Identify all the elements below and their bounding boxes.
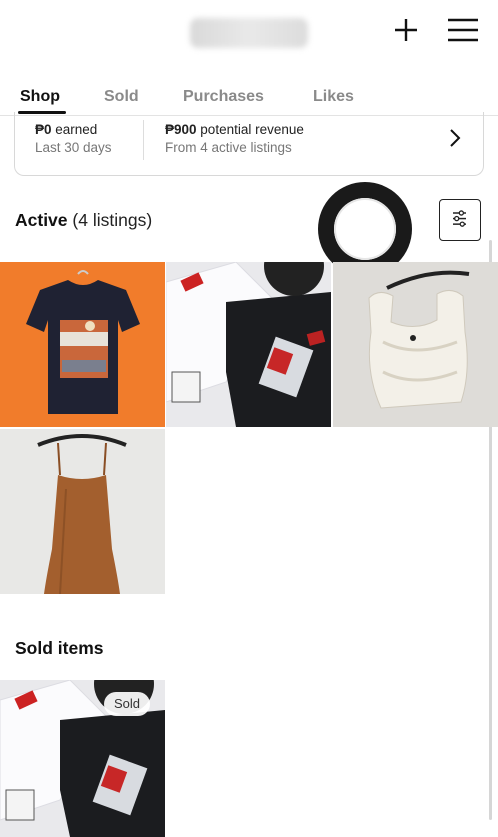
earned-label: earned [55, 122, 98, 137]
chevron-right-icon[interactable] [445, 128, 465, 148]
slip-dress-photo [0, 429, 165, 594]
earnings-card[interactable]: ₱0 earned Last 30 days ₱900 potential re… [14, 112, 484, 176]
revenue-detail: From 4 active listings [165, 140, 292, 155]
tab-likes[interactable]: Likes [313, 88, 354, 106]
sold-badge: Sold [104, 692, 151, 716]
username: jsillituan [190, 18, 308, 48]
revenue-amount: ₱900 [165, 122, 197, 137]
hamburger-menu-icon[interactable] [446, 16, 480, 44]
revenue-label: potential revenue [200, 122, 304, 137]
listing-tile[interactable] [166, 262, 331, 427]
revenue-stat: ₱900 potential revenue From 4 active lis… [165, 122, 304, 155]
stats-divider [143, 120, 144, 160]
earned-period: Last 30 days [35, 140, 112, 155]
listing-tile[interactable] [0, 262, 165, 427]
active-section-title: Active (4 listings) [15, 210, 152, 231]
tab-sold[interactable]: Sold [104, 88, 139, 106]
tshirt-photo [0, 262, 165, 427]
tab-purchases[interactable]: Purchases [183, 88, 264, 106]
plus-icon[interactable] [392, 16, 420, 44]
packaged-shirts-photo [166, 262, 331, 427]
active-title: Active [15, 210, 68, 230]
active-count: (4 listings) [72, 210, 153, 230]
filter-button[interactable] [439, 199, 481, 241]
sold-section-title: Sold items [15, 638, 104, 658]
listing-tile[interactable] [0, 429, 165, 594]
header: jsillituan [0, 0, 498, 70]
earned-amount: ₱0 [35, 122, 52, 137]
tab-shop[interactable]: Shop [20, 88, 60, 106]
listing-tile[interactable] [333, 262, 498, 427]
earned-stat: ₱0 earned Last 30 days [35, 122, 112, 155]
sliders-icon [453, 210, 466, 227]
lace-top-photo [333, 262, 498, 427]
record-button-inner [334, 198, 396, 260]
